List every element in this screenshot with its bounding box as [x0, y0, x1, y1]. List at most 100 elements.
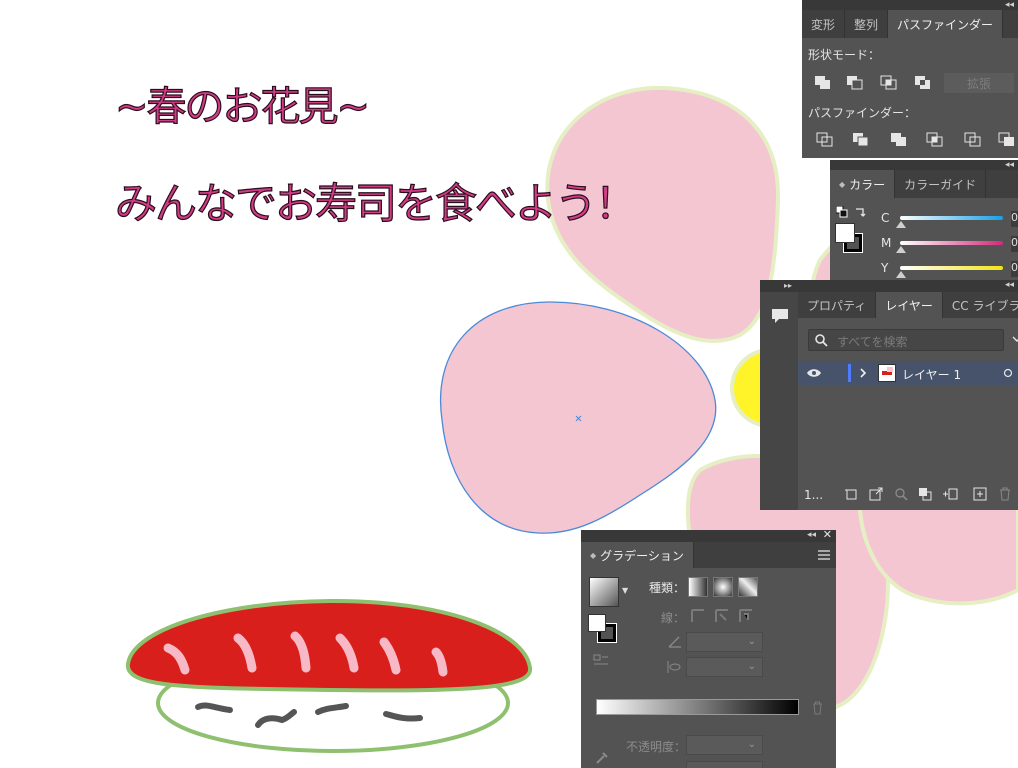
filter-chevron-icon[interactable]	[1012, 334, 1018, 344]
panel-drag-bar[interactable]: ◂◂	[802, 0, 1018, 10]
crop-icon[interactable]	[926, 132, 944, 148]
pathfinders-label: パスファインダー：	[808, 106, 917, 120]
tab-align[interactable]: 整列	[845, 10, 889, 38]
clipping-mask-icon[interactable]	[918, 487, 932, 501]
tab-cc-libraries[interactable]: CC ライブラリ	[943, 292, 1018, 318]
divide-icon[interactable]	[816, 132, 834, 148]
panel-options-arrows-icon[interactable]: ◆	[839, 180, 845, 189]
swap-colors-icon[interactable]	[854, 206, 866, 218]
tab-color[interactable]: ◆ カラー	[830, 170, 896, 198]
collapse-icon[interactable]: ◂◂	[1005, 160, 1014, 170]
locate-object-icon[interactable]	[894, 487, 908, 501]
export-icon[interactable]	[869, 487, 883, 501]
angle-icon	[668, 636, 681, 648]
layer-thumbnail	[878, 364, 896, 382]
stroke-within-icon[interactable]	[690, 608, 706, 624]
delete-stop-icon[interactable]	[811, 700, 824, 715]
collect-export-icon[interactable]	[845, 487, 859, 501]
opacity-dropdown[interactable]: ⌄	[686, 735, 763, 755]
gradient-preview-dropdown-icon[interactable]: ▼	[622, 586, 628, 595]
gradient-fill-swatch[interactable]	[588, 614, 606, 632]
edit-gradient-icon[interactable]	[593, 654, 609, 668]
layers-panel: ▸▸ ◂◂ プロパティ レイヤー CC ライブラリ すべてを検索 レイヤー 1 …	[760, 280, 1018, 510]
stroke-along-icon[interactable]	[714, 608, 730, 624]
intersect-icon[interactable]	[880, 75, 898, 91]
color-panel: ◂◂ ◆ カラー カラーガイド C 0 M 0 Y 0	[830, 160, 1018, 282]
merge-icon[interactable]	[890, 132, 908, 148]
panel-drag-bar[interactable]: ◂◂	[798, 280, 1018, 292]
radial-gradient-button[interactable]	[713, 577, 733, 597]
stroke-across-icon[interactable]	[738, 608, 754, 624]
stroke-label: 線：	[661, 611, 686, 625]
new-sublayer-icon[interactable]	[942, 487, 958, 501]
minus-back-icon[interactable]	[998, 132, 1016, 148]
collapse-icon[interactable]: ◂◂	[1005, 0, 1014, 10]
delete-layer-icon[interactable]	[998, 486, 1012, 501]
channel-y-slider[interactable]	[900, 266, 1003, 270]
new-layer-icon[interactable]	[973, 487, 987, 501]
gradient-panel: ◂◂ ✕ ◆ グラデーション ▼ 種類： 線： ⌄ ⌄ 不透明度： ⌄	[581, 530, 836, 768]
panel-menu-icon[interactable]	[818, 550, 830, 560]
tab-transform[interactable]: 変形	[802, 10, 846, 38]
channel-m-label: M	[881, 236, 892, 250]
visibility-eye-icon[interactable]	[806, 368, 822, 378]
panel-options-arrows-icon[interactable]: ◆	[590, 551, 596, 560]
collapse-icon[interactable]: ◂◂	[807, 530, 816, 540]
tab-properties[interactable]: プロパティ	[798, 292, 877, 318]
trim-icon[interactable]	[852, 132, 870, 148]
tab-layers[interactable]: レイヤー	[876, 292, 943, 318]
layers-search-input[interactable]: すべてを検索	[808, 329, 1004, 351]
gradient-slider[interactable]	[596, 699, 799, 715]
channel-y-thumb[interactable]	[896, 271, 906, 278]
tab-gradient[interactable]: ◆ グラデーション	[581, 542, 694, 568]
exclude-icon[interactable]	[914, 75, 932, 91]
layer-row[interactable]: レイヤー 1	[798, 361, 1018, 385]
channel-m-thumb[interactable]	[896, 246, 906, 253]
chevron-down-icon: ⌄	[747, 636, 756, 647]
panel-drag-bar[interactable]: ◂◂ ✕	[581, 530, 836, 542]
aspect-ratio-dropdown[interactable]: ⌄	[686, 657, 763, 677]
channel-c-value[interactable]: 0	[1011, 211, 1018, 227]
panel-drag-bar[interactable]: ◂◂	[830, 160, 1018, 170]
layer-color-bar	[848, 364, 851, 382]
layers-bottom-toolbar: 1...	[798, 483, 1018, 507]
aspect-ratio-icon	[667, 661, 681, 673]
channel-y-value[interactable]: 0	[1011, 261, 1018, 277]
expand-button[interactable]: 拡張	[944, 73, 1014, 93]
default-colors-icon[interactable]	[836, 206, 848, 218]
fill-swatch[interactable]	[835, 223, 855, 243]
layer-count: 1...	[804, 488, 824, 502]
channel-c-thumb[interactable]	[896, 221, 906, 228]
color-tabbar: ◆ カラー カラーガイド	[830, 170, 1018, 198]
side-dock-top[interactable]: ▸▸	[760, 280, 798, 292]
channel-m-slider[interactable]	[900, 241, 1003, 245]
layer-name[interactable]: レイヤー 1	[902, 366, 961, 383]
expand-dock-icon[interactable]: ▸▸	[784, 280, 792, 292]
freeform-gradient-button[interactable]	[738, 577, 758, 597]
collapse-icon[interactable]: ◂◂	[1005, 280, 1014, 290]
outline-icon[interactable]	[964, 132, 982, 148]
expand-chevron-icon[interactable]	[858, 367, 868, 379]
tab-pathfinder[interactable]: パスファインダー	[888, 10, 1004, 38]
type-label: 種類：	[649, 581, 686, 595]
opacity-label: 不透明度：	[626, 740, 687, 754]
tab-color-guide[interactable]: カラーガイド	[895, 170, 987, 198]
location-dropdown[interactable]	[686, 761, 763, 768]
target-circle-icon[interactable]	[1003, 368, 1013, 378]
unite-icon[interactable]	[814, 75, 832, 91]
angle-dropdown[interactable]: ⌄	[686, 632, 763, 652]
close-icon[interactable]: ✕	[823, 530, 832, 540]
sushi-tuna[interactable]	[125, 598, 533, 693]
layers-tabbar: プロパティ レイヤー CC ライブラリ	[798, 292, 1018, 318]
channel-c-slider[interactable]	[900, 216, 1003, 220]
channel-m-value[interactable]: 0	[1011, 236, 1018, 252]
subtitle-text[interactable]: みんなでお寿司を食べよう！	[114, 170, 637, 231]
title-text[interactable]: ~春のお花見~	[114, 74, 370, 132]
channel-y-label: Y	[881, 261, 889, 275]
minus-front-icon[interactable]	[846, 75, 864, 91]
comments-icon[interactable]	[770, 306, 790, 326]
eyedropper-icon[interactable]	[594, 750, 610, 766]
tab-color-label: カラー	[849, 177, 886, 192]
linear-gradient-button[interactable]	[688, 577, 708, 597]
gradient-preview-swatch[interactable]	[589, 577, 619, 607]
